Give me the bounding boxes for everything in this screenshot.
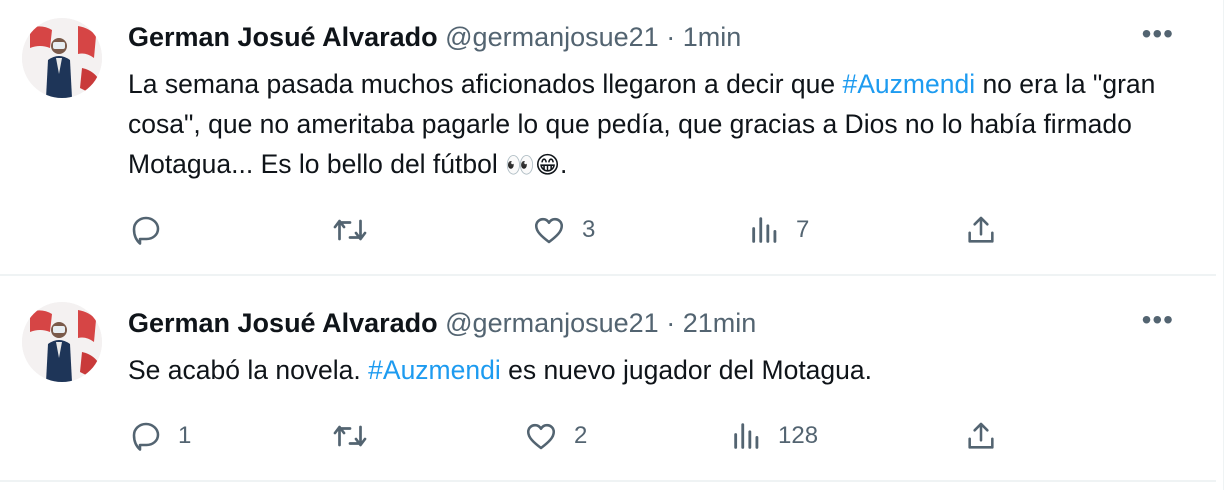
retweet-button[interactable] [330,416,384,456]
like-button[interactable]: 2 [522,416,587,456]
like-count: 2 [574,422,588,449]
avatar-image [22,302,102,382]
share-icon [968,422,994,449]
tweet-feed: German Josué Alvarado @germanjosue21 · 1… [0,0,1224,490]
reply-count: 1 [178,422,192,449]
avatar-image [22,18,102,98]
tweet-text-part: es nuevo jugador del Motagua. [500,355,872,385]
heart-icon [534,217,564,244]
retweet-icon [333,219,367,241]
views-icon [752,217,777,243]
tweet[interactable]: German Josué Alvarado @germanjosue21 · 2… [0,276,1216,482]
views-icon [734,423,759,449]
separator: · [666,22,676,52]
like-count: 3 [582,216,596,243]
emoji: 👀😁 [505,152,561,179]
author-handle[interactable]: @germanjosue21 [445,22,659,52]
tweet-text-part: Se acabó la novela. [128,355,369,385]
avatar[interactable] [22,18,102,98]
reply-button[interactable] [128,210,178,250]
views-button[interactable]: 128 [730,416,818,456]
views-button[interactable]: 7 [748,210,809,250]
heart-icon [526,423,556,450]
tweet-text-part: La semana pasada muchos aficionados lleg… [128,69,843,99]
author-handle[interactable]: @germanjosue21 [445,308,659,338]
share-icon [968,216,994,243]
tweet-actions: 1 2 128 [128,416,1028,456]
avatar[interactable] [22,302,102,382]
views-count: 128 [778,422,819,449]
timestamp[interactable]: 21min [683,308,757,338]
retweet-icon [333,425,367,447]
tweet-text: La semana pasada muchos aficionados lleg… [128,64,1198,186]
retweet-button[interactable] [330,210,384,250]
reply-button[interactable]: 1 [128,416,191,456]
tweet-header: German Josué Alvarado @germanjosue21 · 1… [128,20,741,54]
more-options-icon[interactable]: ••• [1142,306,1174,334]
separator: · [666,308,676,338]
tweet-text-part: . [560,149,568,179]
tweet-header: German Josué Alvarado @germanjosue21 · 2… [128,306,756,340]
views-count: 7 [796,216,810,243]
like-button[interactable]: 3 [530,210,595,250]
tweet-actions: 3 7 [128,210,1028,250]
timestamp[interactable]: 1min [683,22,742,52]
author-name[interactable]: German Josué Alvarado [128,22,438,52]
reply-icon [132,422,160,451]
tweet[interactable]: German Josué Alvarado @germanjosue21 · 1… [0,0,1216,276]
tweet-text: Se acabó la novela. #Auzmendi es nuevo j… [128,350,1198,390]
share-button[interactable] [964,416,998,456]
more-options-icon[interactable]: ••• [1142,20,1174,48]
reply-icon [132,216,160,245]
author-name[interactable]: German Josué Alvarado [128,308,438,338]
hashtag-link[interactable]: #Auzmendi [368,355,501,385]
share-button[interactable] [964,210,998,250]
hashtag-link[interactable]: #Auzmendi [843,69,976,99]
